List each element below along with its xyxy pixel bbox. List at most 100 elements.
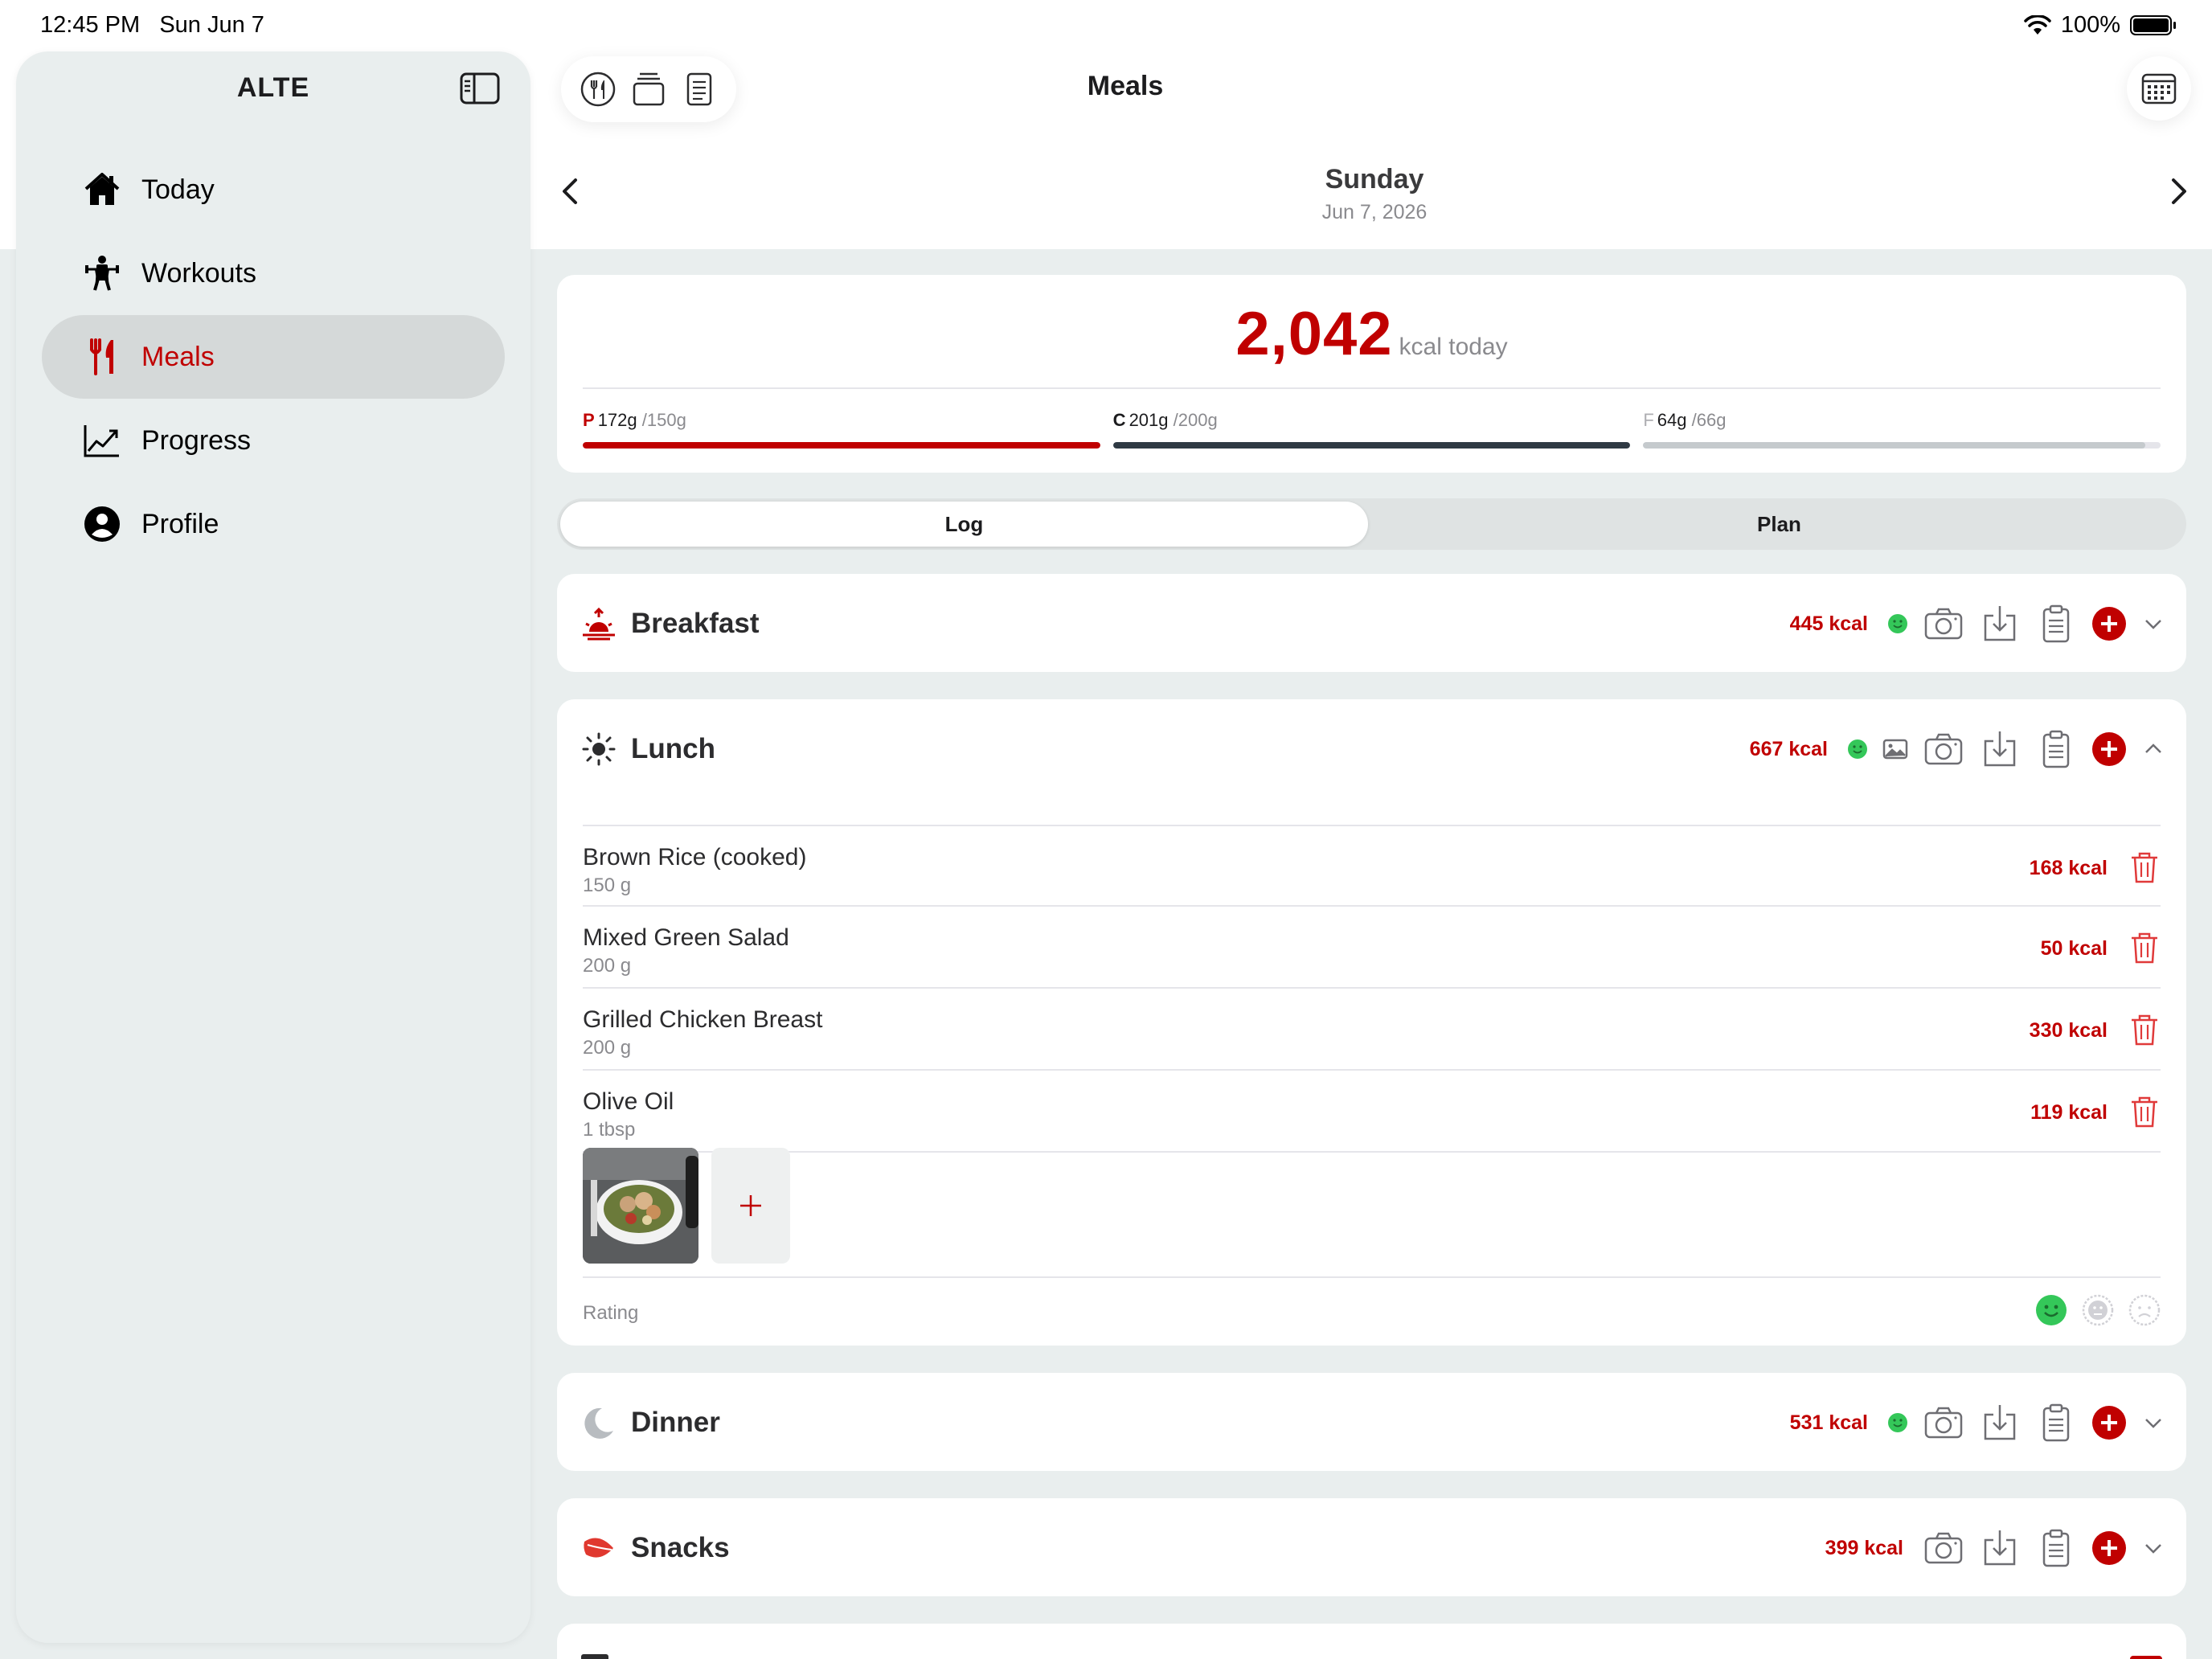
- food-name: Mixed Green Salad: [583, 924, 789, 951]
- camera-icon[interactable]: [1923, 1402, 1964, 1444]
- trash-icon[interactable]: [2128, 1095, 2161, 1129]
- add-food-icon[interactable]: [2091, 731, 2127, 767]
- meal-header[interactable]: Snacks 399 kcal: [557, 1498, 2186, 1596]
- import-icon[interactable]: [1979, 728, 2021, 770]
- meal-name: Lunch: [631, 733, 715, 764]
- chevron-down-icon[interactable]: [2141, 1411, 2165, 1435]
- sad-rating-icon[interactable]: [2128, 1294, 2161, 1326]
- meal-header[interactable]: Lunch 667 kcal: [557, 699, 2186, 797]
- happy-rating-icon: [1888, 1413, 1907, 1432]
- add-note-icon[interactable]: [2130, 1656, 2162, 1659]
- chevron-up-icon[interactable]: [2141, 737, 2165, 761]
- weightlifter-icon: [85, 256, 119, 291]
- add-photo-button[interactable]: [711, 1148, 790, 1264]
- food-item[interactable]: Mixed Green Salad 200 g 50 kcal: [583, 907, 2161, 989]
- calorie-total-label: kcal today: [1399, 334, 1508, 360]
- trash-icon[interactable]: [2128, 931, 2161, 965]
- import-icon[interactable]: [1979, 1402, 2021, 1444]
- import-icon[interactable]: [1979, 1527, 2021, 1569]
- meal-header[interactable]: Dinner 531 kcal: [557, 1373, 2186, 1471]
- clipboard-icon[interactable]: [2035, 603, 2077, 645]
- meal-photo-thumbnail[interactable]: [583, 1148, 698, 1264]
- document-list-icon[interactable]: [681, 71, 718, 108]
- trash-icon[interactable]: [2128, 1013, 2161, 1047]
- macro-protein: P 172g /150g: [583, 410, 1100, 449]
- meal-card-dinner: Dinner 531 kcal: [557, 1373, 2186, 1471]
- house-icon: [84, 173, 120, 205]
- meal-header[interactable]: Breakfast 445 kcal: [557, 574, 2186, 672]
- food-quantity: 1 tbsp: [583, 1119, 636, 1141]
- sun-icon: [582, 732, 616, 766]
- stack-icon[interactable]: [630, 71, 667, 108]
- sidebar-item-today[interactable]: Today: [42, 148, 505, 231]
- divider: [583, 1276, 2161, 1278]
- meal-photos: [583, 1148, 790, 1264]
- meal-tools: 667 kcal: [1750, 727, 2165, 772]
- import-icon[interactable]: [1979, 603, 2021, 645]
- sidebar-item-meals[interactable]: Meals: [42, 315, 505, 399]
- sidebar-item-label: Meals: [141, 341, 215, 372]
- trash-icon[interactable]: [2128, 850, 2161, 884]
- next-day-icon[interactable]: [2162, 175, 2194, 207]
- meal-name: Snacks: [631, 1532, 730, 1563]
- meal-tools: 531 kcal: [1790, 1400, 2165, 1445]
- clipboard-icon[interactable]: [2035, 728, 2077, 770]
- sidebar-item-label: Progress: [141, 424, 252, 456]
- meal-tools: 399 kcal: [1825, 1526, 2165, 1571]
- fork-knife-icon: [90, 338, 113, 375]
- food-item[interactable]: Grilled Chicken Breast 200 g 330 kcal: [583, 989, 2161, 1071]
- clipboard-icon[interactable]: [2035, 1527, 2077, 1569]
- moon-icon: [584, 1407, 613, 1439]
- sidebar-item-workouts[interactable]: Workouts: [42, 231, 505, 315]
- divider: [583, 387, 2161, 389]
- food-kcal: 168 kcal: [2029, 857, 2108, 879]
- meal-name: Breakfast: [631, 608, 760, 639]
- camera-icon[interactable]: [1923, 1527, 1964, 1569]
- happy-rating-icon: [1888, 614, 1907, 633]
- add-food-icon[interactable]: [2091, 1405, 2127, 1440]
- meal-kcal: 531 kcal: [1789, 1411, 1868, 1434]
- camera-icon[interactable]: [1923, 728, 1964, 770]
- meal-name: Dinner: [631, 1407, 720, 1438]
- sidebar-nav: Today Workouts Meals Progress Profile: [42, 148, 505, 566]
- fork-knife-circle-icon[interactable]: [580, 71, 616, 108]
- macro-bars: P 172g /150g C 201g /200g F 64g /66g: [583, 410, 2161, 449]
- meal-kcal: 399 kcal: [1825, 1536, 1903, 1559]
- food-quantity: 200 g: [583, 1037, 632, 1059]
- calorie-total-value: 2,042: [1235, 300, 1393, 368]
- clipboard-icon[interactable]: [2035, 1402, 2077, 1444]
- protein-bar: [583, 442, 1100, 449]
- calendar-button[interactable]: [2127, 56, 2191, 121]
- sidebar-item-label: Workouts: [141, 257, 256, 289]
- status-time-date: 12:45 PM Sun Jun 7: [40, 12, 264, 38]
- meal-tools: 445 kcal: [1790, 601, 2165, 646]
- meal-card-lunch: Lunch 667 kcal Brown Rice (cooked) 150 g…: [557, 699, 2186, 1346]
- segment-plan[interactable]: Plan: [1375, 502, 2183, 547]
- food-item[interactable]: Brown Rice (cooked) 150 g 168 kcal: [583, 825, 2161, 907]
- fat-bar: [1643, 442, 2161, 449]
- add-food-icon[interactable]: [2091, 1530, 2127, 1566]
- status-right: 100%: [2024, 12, 2176, 39]
- camera-icon[interactable]: [1923, 603, 1964, 645]
- happy-rating-icon[interactable]: [2035, 1294, 2067, 1326]
- meal-kcal: 667 kcal: [1749, 737, 1828, 760]
- rating-options: [2035, 1294, 2161, 1326]
- chevron-down-icon[interactable]: [2141, 612, 2165, 636]
- carbs-bar: [1112, 442, 1631, 449]
- segment-log[interactable]: Log: [560, 502, 1368, 547]
- day-date: Jun 7, 2026: [1321, 201, 1428, 223]
- sidebar-item-progress[interactable]: Progress: [42, 399, 505, 482]
- sidebar-toggle-icon[interactable]: [460, 72, 500, 104]
- photo-icon: [1882, 739, 1908, 760]
- battery-percent: 100%: [2060, 12, 2120, 38]
- food-name: Brown Rice (cooked): [583, 844, 807, 870]
- happy-rating-icon: [1848, 739, 1867, 759]
- meal-card-breakfast: Breakfast 445 kcal: [557, 574, 2186, 672]
- add-food-icon[interactable]: [2091, 606, 2127, 641]
- food-item[interactable]: Olive Oil 1 tbsp 119 kcal: [583, 1071, 2161, 1153]
- food-kcal: 119 kcal: [2030, 1101, 2108, 1124]
- neutral-rating-icon[interactable]: [2082, 1294, 2114, 1326]
- food-kcal: 50 kcal: [2040, 937, 2108, 960]
- chevron-down-icon[interactable]: [2141, 1536, 2165, 1560]
- sidebar-item-profile[interactable]: Profile: [42, 482, 505, 566]
